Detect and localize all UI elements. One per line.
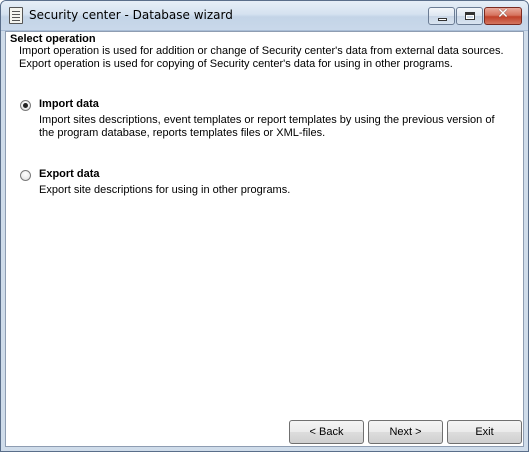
app-document-icon xyxy=(9,7,23,24)
wizard-window: Security center - Database wizard ✕ Sele… xyxy=(0,0,529,452)
import-data-label[interactable]: Import data xyxy=(39,98,99,110)
exit-button[interactable]: Exit xyxy=(447,420,522,444)
maximize-icon xyxy=(465,12,475,20)
page-description: Import operation is used for addition or… xyxy=(19,45,504,70)
export-data-radio[interactable] xyxy=(20,170,31,181)
back-button[interactable]: < Back xyxy=(289,420,364,444)
import-data-radio[interactable] xyxy=(20,100,31,111)
minimize-icon xyxy=(438,18,447,21)
maximize-button[interactable] xyxy=(456,7,483,25)
next-button[interactable]: Next > xyxy=(368,420,443,444)
close-button[interactable]: ✕ xyxy=(484,6,522,25)
page-title: Select operation xyxy=(10,33,96,45)
export-data-label[interactable]: Export data xyxy=(39,168,100,180)
export-data-description: Export site descriptions for using in ot… xyxy=(39,184,291,196)
wizard-page: Select operation Import operation is use… xyxy=(5,31,524,447)
title-bar[interactable]: Security center - Database wizard ✕ xyxy=(1,1,528,31)
import-data-description: Import sites descriptions, event templat… xyxy=(39,114,495,139)
window-title: Security center - Database wizard xyxy=(29,8,233,22)
minimize-button[interactable] xyxy=(428,7,455,25)
close-icon: ✕ xyxy=(497,6,509,22)
